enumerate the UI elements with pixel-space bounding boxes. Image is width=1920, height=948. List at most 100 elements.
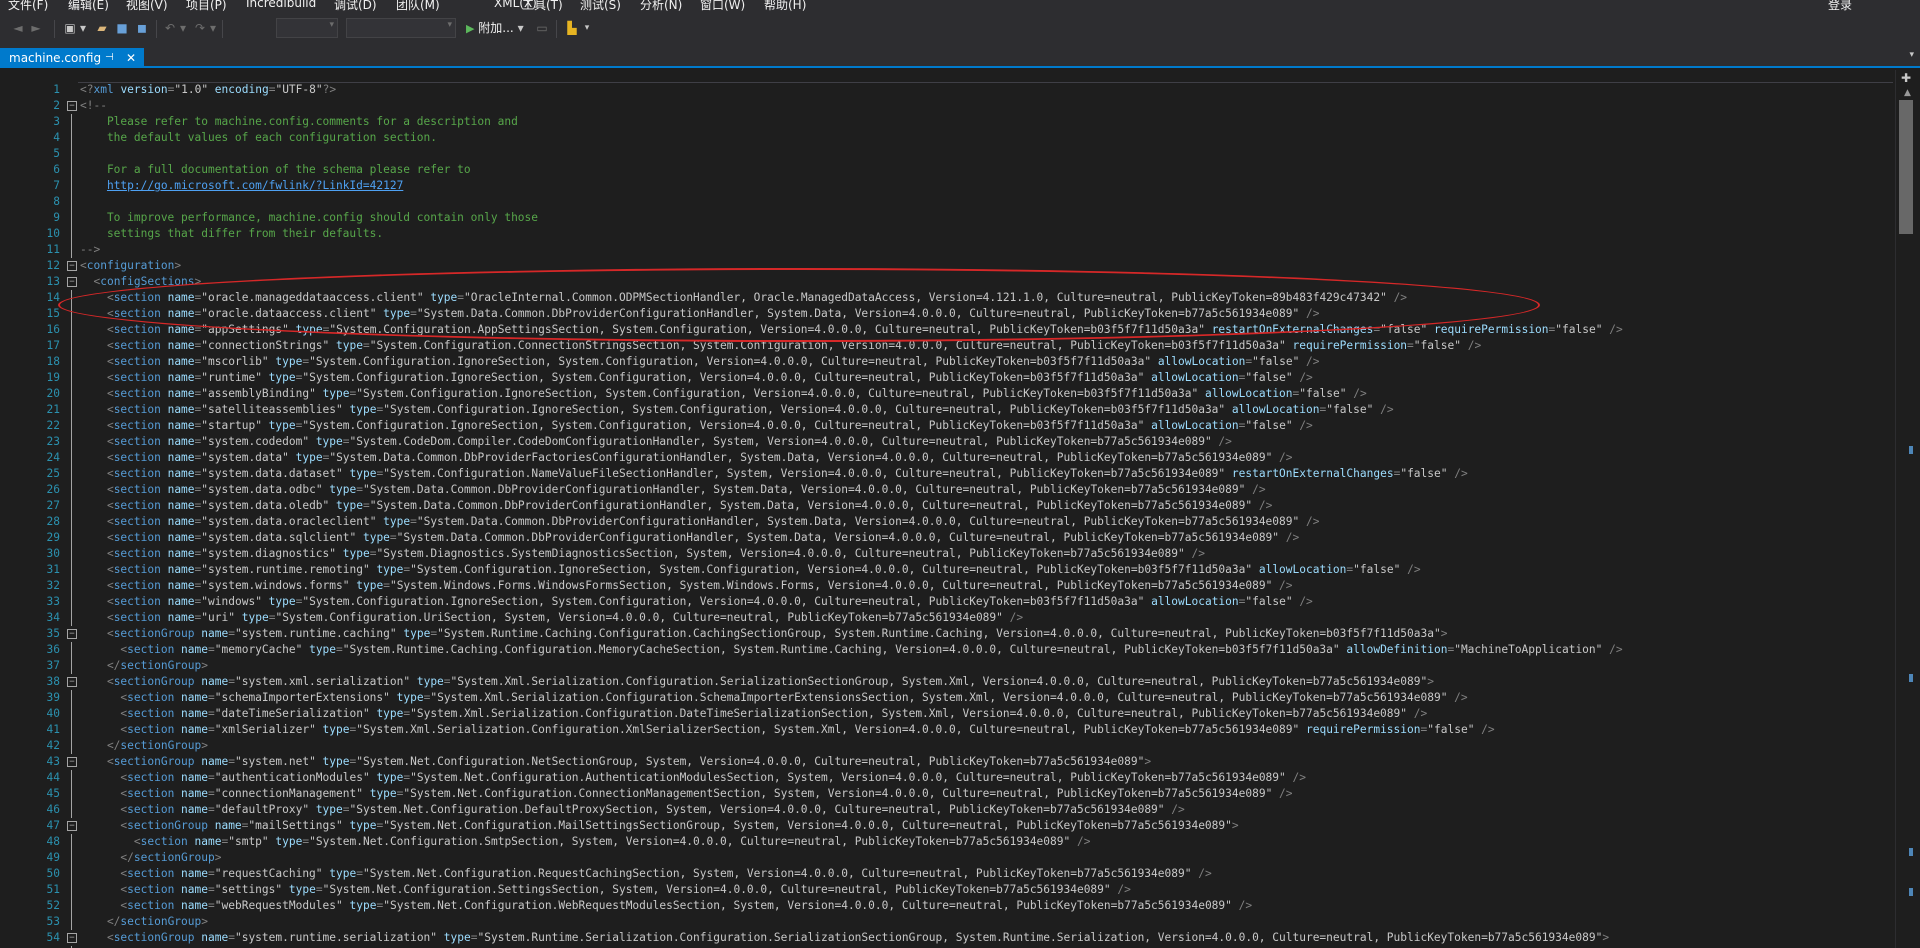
attach-dropdown-icon[interactable]: ▾ [518, 21, 524, 35]
outline-guide [71, 402, 72, 418]
code-line[interactable]: 33 <section name="windows" type="System.… [0, 594, 1895, 610]
code-line[interactable]: 22 <section name="startup" type="System.… [0, 418, 1895, 434]
code-line[interactable]: 4 the default values of each configurati… [0, 130, 1895, 146]
browser-link-icon[interactable]: ▭ [534, 20, 550, 37]
code-line[interactable]: 23 <section name="system.codedom" type="… [0, 434, 1895, 450]
save-icon[interactable]: ■ [114, 20, 130, 37]
code-line[interactable]: 48 <section name="smtp" type="System.Net… [0, 834, 1895, 850]
code-line[interactable]: 24 <section name="system.data" type="Sys… [0, 450, 1895, 466]
save-all-icon[interactable]: ◼ [134, 20, 150, 37]
code-line[interactable]: 46 <section name="defaultProxy" type="Sy… [0, 802, 1895, 818]
collapse-icon[interactable]: − [67, 933, 77, 943]
menu-item-window[interactable]: 窗口(W) [700, 0, 745, 13]
code-line[interactable]: 54− <sectionGroup name="system.runtime.s… [0, 930, 1895, 946]
code-line[interactable]: 2− <!-- [0, 98, 1895, 114]
menu-item-incredibuild[interactable]: Incredibuild [246, 0, 316, 10]
code-line[interactable]: 37 </sectionGroup> [0, 658, 1895, 674]
code-area[interactable]: 1 <?xml version="1.0" encoding="UTF-8"?> 2… [0, 70, 1895, 948]
back-icon[interactable]: ◄ [10, 20, 26, 37]
code-line[interactable]: 1 <?xml version="1.0" encoding="UTF-8"?> [0, 82, 1895, 98]
toolbar-overflow-icon[interactable]: ▾ [582, 20, 592, 37]
dropdown-arrow-icon[interactable]: ▾ [78, 20, 88, 37]
new-project-icon[interactable]: ▣ [62, 20, 78, 37]
code-line[interactable]: 26 <section name="system.data.odbc" type… [0, 482, 1895, 498]
scrollbar-thumb[interactable] [1899, 100, 1913, 234]
incredibuild-icon[interactable]: ▙ [564, 20, 580, 37]
collapse-icon[interactable]: − [67, 101, 77, 111]
code-line[interactable]: 25 <section name="system.data.dataset" t… [0, 466, 1895, 482]
code-line[interactable]: 40 <section name="dateTimeSerialization"… [0, 706, 1895, 722]
scroll-up-icon[interactable]: ▲ [1904, 88, 1911, 98]
code-line[interactable]: 8 [0, 194, 1895, 210]
code-line[interactable]: 51 <section name="settings" type="System… [0, 882, 1895, 898]
code-line[interactable]: 30 <section name="system.diagnostics" ty… [0, 546, 1895, 562]
redo-icon[interactable]: ↷ [192, 20, 208, 37]
code-line[interactable]: 5 [0, 146, 1895, 162]
code-line[interactable]: 10 settings that differ from their defau… [0, 226, 1895, 242]
code-editor[interactable]: 1 <?xml version="1.0" encoding="UTF-8"?> 2… [0, 70, 1920, 948]
menu-item-tools[interactable]: 工具(T) [522, 0, 563, 13]
code-link[interactable]: http://go.microsoft.com/fwlink/?LinkId=4… [107, 179, 403, 192]
code-line[interactable]: 29 <section name="system.data.sqlclient"… [0, 530, 1895, 546]
attach-button[interactable]: ▶ 附加... ▾ [466, 20, 524, 37]
code-line[interactable]: 28 <section name =" system.data.oracleclie… [0, 514, 1895, 530]
code-line[interactable]: 3 Please refer to machine.config.comment… [0, 114, 1895, 130]
menu-item-project[interactable]: 项目(P) [186, 0, 227, 13]
menu-item-analyze[interactable]: 分析(N) [640, 0, 682, 13]
code-line[interactable]: 44 <section name="authenticationModules"… [0, 770, 1895, 786]
code-line[interactable]: 21 <section name="satelliteassemblies" t… [0, 402, 1895, 418]
undo-dropdown-icon[interactable]: ▾ [178, 20, 188, 37]
code-line[interactable]: 53 </sectionGroup> [0, 914, 1895, 930]
code-line[interactable]: 32 <section name="system.windows.forms" … [0, 578, 1895, 594]
pin-icon[interactable]: ⊣ [105, 48, 114, 68]
forward-icon[interactable]: ► [28, 20, 44, 37]
code-line[interactable]: 34 <section name="uri" type="System.Conf… [0, 610, 1895, 626]
close-icon[interactable]: ✕ [126, 48, 136, 68]
menu-item-edit[interactable]: 编辑(E) [68, 0, 109, 13]
code-line[interactable]: 6 For a full documentation of the schema… [0, 162, 1895, 178]
code-line[interactable]: 50 <section name="requestCaching" type="… [0, 866, 1895, 882]
collapse-icon[interactable]: − [67, 821, 77, 831]
menu-item-file[interactable]: 文件(F) [8, 0, 48, 13]
tab-overflow-icon[interactable]: ▾ [1909, 50, 1914, 60]
menu-item-test[interactable]: 测试(S) [580, 0, 621, 13]
code-line[interactable]: 45 <section name="connectionManagement" … [0, 786, 1895, 802]
menu-item-help[interactable]: 帮助(H) [764, 0, 806, 13]
code-line[interactable]: 18 <section name="mscorlib" type="System… [0, 354, 1895, 370]
code-line[interactable]: 41 <section name="xmlSerializer" type="S… [0, 722, 1895, 738]
code-line[interactable]: 11 --> [0, 242, 1895, 258]
code-line[interactable]: 49 </sectionGroup> [0, 850, 1895, 866]
redo-dropdown-icon[interactable]: ▾ [208, 20, 218, 37]
code-line[interactable]: 19 <section name="runtime" type="System.… [0, 370, 1895, 386]
split-editor-icon[interactable]: ✚ [1901, 71, 1911, 85]
menu-item-debug[interactable]: 调试(D) [334, 0, 377, 13]
code-line[interactable]: 27 <section name="system.data.oledb" typ… [0, 498, 1895, 514]
collapse-icon[interactable]: − [67, 629, 77, 639]
code-line[interactable]: 47− <sectionGroup name="mailSettings" ty… [0, 818, 1895, 834]
tab-machine-config[interactable]: machine.config ⊣ ✕ [0, 48, 144, 68]
vertical-scrollbar[interactable]: ✚ ▲ [1895, 70, 1920, 948]
collapse-icon[interactable]: − [67, 677, 77, 687]
code-line[interactable]: 38− <sectionGroup name="system.xml.seria… [0, 674, 1895, 690]
code-line[interactable]: 31 <section name="system.runtime.remotin… [0, 562, 1895, 578]
undo-icon[interactable]: ↶ [162, 20, 178, 37]
code-line[interactable]: 36 <section name="memoryCache" type="Sys… [0, 642, 1895, 658]
menu-item-team[interactable]: 团队(M) [396, 0, 440, 13]
code-line[interactable]: 42 </sectionGroup> [0, 738, 1895, 754]
code-line[interactable]: 39 <section name="schemaImporterExtensio… [0, 690, 1895, 706]
code-line[interactable]: 52 <section name="webRequestModules" typ… [0, 898, 1895, 914]
collapse-icon[interactable]: − [67, 277, 77, 287]
collapse-icon[interactable]: − [67, 757, 77, 767]
open-file-icon[interactable]: ▰ [94, 20, 110, 37]
code-line[interactable]: 9 To improve performance, machine.config… [0, 210, 1895, 226]
solution-configuration-dropdown[interactable]: ▾ [276, 18, 338, 38]
collapse-icon[interactable]: − [67, 261, 77, 271]
code-line[interactable]: 35− <sectionGroup name="system.runtime.c… [0, 626, 1895, 642]
menu-item-view[interactable]: 视图(V) [126, 0, 168, 13]
code-line[interactable]: 7 http://go.microsoft.com/fwlink/?LinkId… [0, 178, 1895, 194]
code-line[interactable]: 43− <sectionGroup name="system.net" type… [0, 754, 1895, 770]
chevron-down-icon: ▾ [447, 20, 452, 30]
solution-platform-dropdown[interactable]: ▾ [346, 18, 456, 38]
code-line[interactable]: 20 <section name="assemblyBinding" type=… [0, 386, 1895, 402]
login-link[interactable]: 登录 [1828, 0, 1852, 13]
